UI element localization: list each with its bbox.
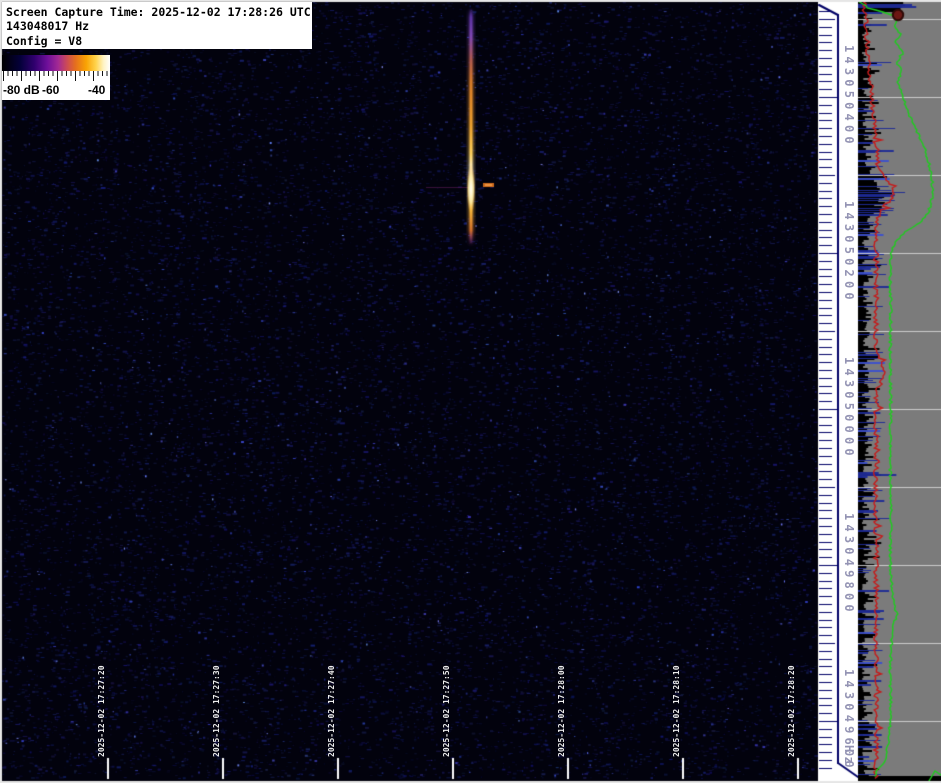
colorbar-tick-ruler (2, 71, 110, 83)
colorbar-legend: -80 dB -60 -40 (2, 55, 110, 100)
colorbar-major-ticks (3, 71, 110, 81)
colorbar-label-min: -80 dB (3, 83, 40, 97)
capture-time-text: Screen Capture Time: 2025-12-02 17:28:26… (6, 5, 312, 19)
colorbar-label-max: -40 (88, 83, 105, 97)
info-box: Screen Capture Time: 2025-12-02 17:28:26… (2, 2, 312, 49)
config-text: Config = V8 (6, 34, 312, 48)
center-frequency-text: 143048017 Hz (6, 19, 312, 33)
colorbar-gradient (2, 55, 110, 71)
spectrogram-app-screen: Screen Capture Time: 2025-12-02 17:28:26… (0, 0, 941, 783)
colorbar-label-mid: -60 (42, 83, 59, 97)
display-canvas (0, 0, 941, 783)
